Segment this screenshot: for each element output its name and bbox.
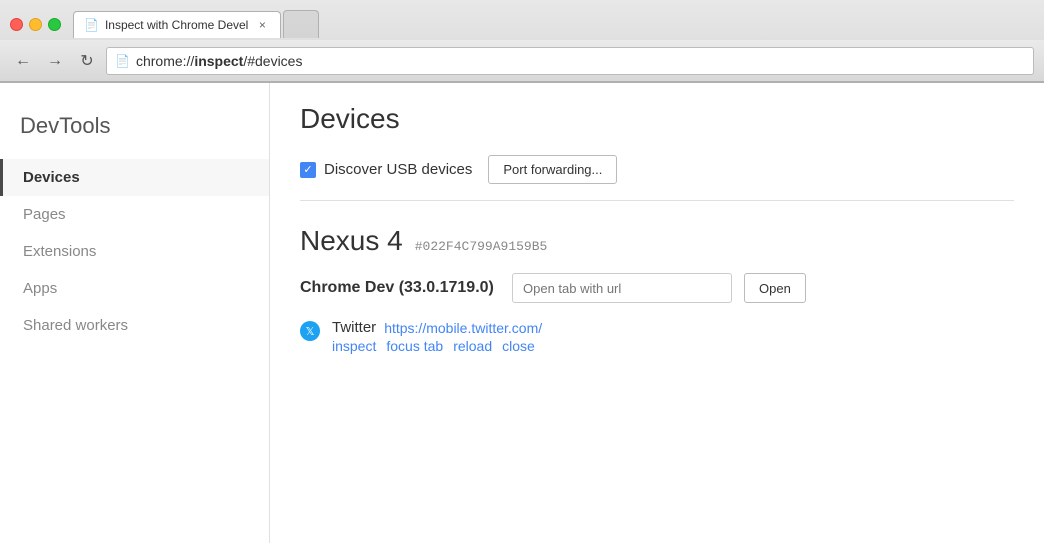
discover-usb-text: Discover USB devices <box>324 161 472 178</box>
discover-row: ✓ Discover USB devices Port forwarding..… <box>300 155 1014 201</box>
sidebar-item-pages[interactable]: Pages <box>0 196 269 233</box>
page-actions: inspect focus tab reload close <box>332 338 542 354</box>
twitter-page-row: 𝕏 Twitter https://mobile.twitter.com/ in… <box>300 319 1014 354</box>
device-name: Nexus 4 <box>300 225 403 257</box>
tab-icon: 📄 <box>84 18 99 32</box>
tab-title: Inspect with Chrome Devel <box>105 18 248 32</box>
reload-button[interactable]: ↻ <box>74 48 100 74</box>
page-info: Twitter https://mobile.twitter.com/ insp… <box>332 319 542 354</box>
minimize-button[interactable] <box>29 18 42 31</box>
forward-button[interactable]: → <box>42 48 68 74</box>
toolbar: ← → ↻ 📄 chrome://inspect/#devices <box>0 40 1044 82</box>
sidebar-item-apps[interactable]: Apps <box>0 270 269 307</box>
page-icon: 📄 <box>115 54 130 68</box>
device-id: #022F4C799A9159B5 <box>415 239 548 254</box>
discover-usb-label[interactable]: ✓ Discover USB devices <box>300 161 472 178</box>
maximize-button[interactable] <box>48 18 61 31</box>
tab-close-button[interactable]: × <box>254 17 270 33</box>
new-tab-button[interactable] <box>283 10 319 38</box>
address-text: chrome://inspect/#devices <box>136 53 303 69</box>
page-title-row: Twitter https://mobile.twitter.com/ <box>332 319 542 336</box>
page: DevTools Devices Pages Extensions Apps S… <box>0 83 1044 543</box>
browser-row: Chrome Dev (33.0.1719.0) Open <box>300 273 1014 303</box>
device-header: Nexus 4 #022F4C799A9159B5 <box>300 225 1014 257</box>
sidebar-title: DevTools <box>0 103 269 159</box>
page-tab-name: Twitter <box>332 319 376 336</box>
traffic-lights <box>10 18 61 31</box>
sidebar-item-extensions[interactable]: Extensions <box>0 233 269 270</box>
title-bar: 📄 Inspect with Chrome Devel × <box>0 0 1044 40</box>
reload-link[interactable]: reload <box>453 338 492 354</box>
page-url-link[interactable]: https://mobile.twitter.com/ <box>384 320 542 336</box>
active-tab[interactable]: 📄 Inspect with Chrome Devel × <box>73 11 281 38</box>
main-content: Devices ✓ Discover USB devices Port forw… <box>270 83 1044 543</box>
open-tab-url-input[interactable] <box>512 273 732 303</box>
sidebar: DevTools Devices Pages Extensions Apps S… <box>0 83 270 543</box>
discover-usb-checkbox[interactable]: ✓ <box>300 162 316 178</box>
open-tab-button[interactable]: Open <box>744 273 806 303</box>
address-suffix: /#devices <box>243 53 302 69</box>
close-button[interactable] <box>10 18 23 31</box>
address-prefix: chrome:// <box>136 53 194 69</box>
tab-bar: 📄 Inspect with Chrome Devel × <box>73 10 319 38</box>
page-title: Devices <box>300 103 1014 135</box>
twitter-icon: 𝕏 <box>300 321 320 341</box>
browser-chrome: 📄 Inspect with Chrome Devel × ← → ↻ 📄 ch… <box>0 0 1044 83</box>
sidebar-item-shared-workers[interactable]: Shared workers <box>0 307 269 344</box>
device-section: Nexus 4 #022F4C799A9159B5 Chrome Dev (33… <box>300 225 1014 354</box>
address-bold: inspect <box>194 53 243 69</box>
port-forwarding-button[interactable]: Port forwarding... <box>488 155 617 184</box>
browser-version: Chrome Dev (33.0.1719.0) <box>300 279 500 297</box>
sidebar-item-devices[interactable]: Devices <box>0 159 269 196</box>
close-link[interactable]: close <box>502 338 535 354</box>
address-bar[interactable]: 📄 chrome://inspect/#devices <box>106 47 1034 75</box>
back-button[interactable]: ← <box>10 48 36 74</box>
focus-tab-link[interactable]: focus tab <box>386 338 443 354</box>
inspect-link[interactable]: inspect <box>332 338 376 354</box>
